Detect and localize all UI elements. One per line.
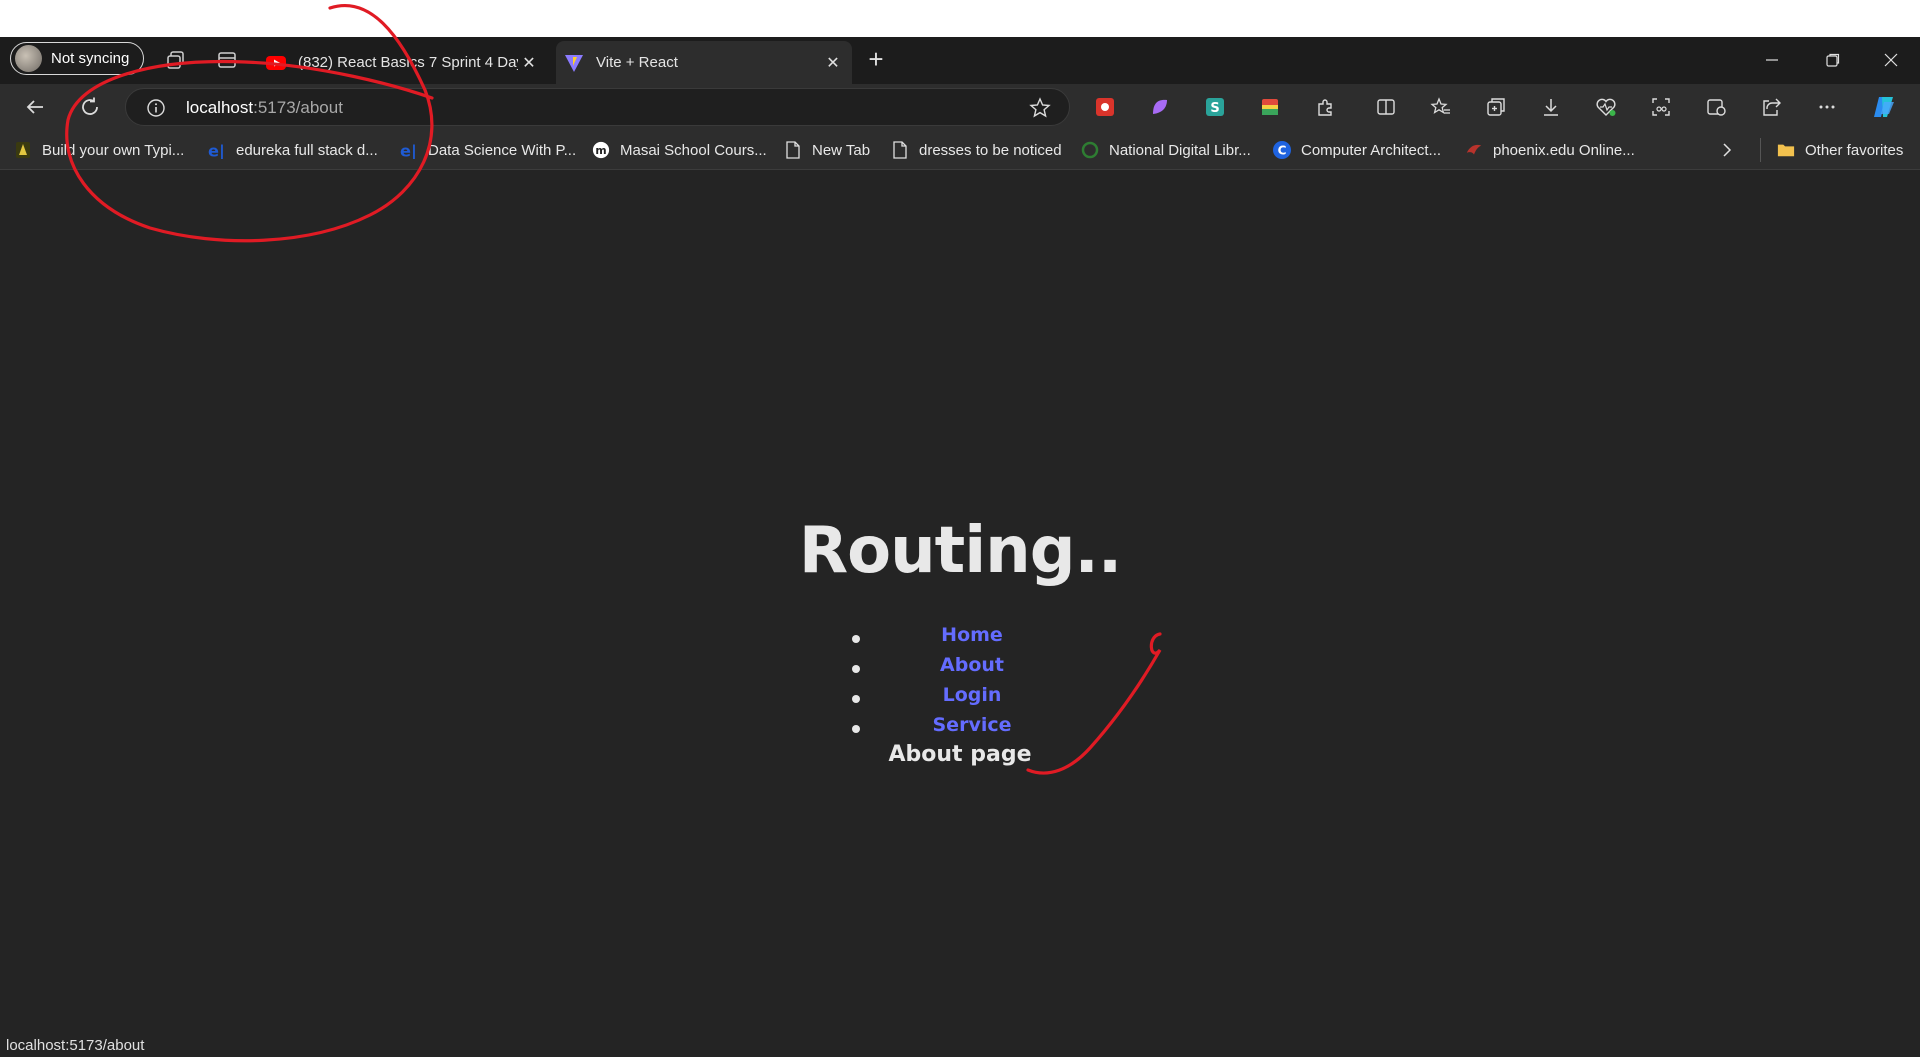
workspaces-icon[interactable] (162, 46, 190, 74)
tab-title: Vite + React (596, 54, 678, 71)
edureka-icon: e| (400, 141, 418, 159)
bookmark-label: Data Science With P... (428, 141, 577, 159)
downloads-icon[interactable] (1538, 94, 1564, 120)
extensions-puzzle-icon[interactable] (1312, 94, 1338, 120)
other-favorites[interactable]: Other favorites (1760, 138, 1903, 162)
profile-button[interactable]: Not syncing (10, 42, 145, 75)
bookmark-item[interactable]: m Masai School Cours... (592, 138, 767, 162)
share-icon[interactable] (1758, 94, 1784, 120)
nav-item-about: About (852, 654, 1092, 684)
edureka-icon: e| (208, 141, 226, 159)
bookmark-item[interactable]: e| edureka full stack d... (208, 138, 378, 162)
favorites-icon[interactable] (1428, 94, 1454, 120)
nav-link-about[interactable]: About (940, 654, 1004, 676)
folder-icon (1777, 141, 1795, 159)
bookmark-label: New Tab (812, 141, 871, 159)
bookmark-item[interactable]: National Digital Libr... (1081, 138, 1251, 162)
ndl-icon (1081, 141, 1099, 159)
bookmarks-bar: Build your own Typi... e| edureka full s… (0, 130, 1920, 170)
nav-link-login[interactable]: Login (943, 684, 1002, 706)
url-path: :5173/about (253, 98, 343, 117)
other-favorites-label: Other favorites (1805, 141, 1904, 159)
bookmark-label: phoenix.edu Online... (1493, 141, 1635, 159)
extension-colorful-icon[interactable] (1257, 94, 1283, 120)
bookmark-item[interactable]: Build your own Typi... (14, 138, 184, 162)
site-info-icon[interactable] (146, 98, 166, 118)
svg-text:C: C (1278, 144, 1287, 158)
browser-window: Not syncing (832) React Basics 7 Sprint … (0, 37, 1920, 1057)
bookmark-item[interactable]: phoenix.edu Online... (1465, 138, 1635, 162)
bookmark-label: edureka full stack d... (236, 141, 378, 159)
bookmark-item[interactable]: New Tab (784, 138, 870, 162)
nav-item-home: Home (852, 624, 1092, 654)
close-tab-icon[interactable]: ✕ (518, 52, 540, 74)
svg-text:S: S (1210, 101, 1219, 116)
avatar (15, 45, 42, 72)
svg-text:e|: e| (400, 141, 417, 159)
copilot-icon[interactable] (1871, 94, 1897, 120)
vite-icon (564, 53, 584, 73)
bookmark-item[interactable]: C Computer Architect... (1273, 138, 1441, 162)
masai-icon: m (592, 141, 610, 159)
bookmark-label: dresses to be noticed (919, 141, 1062, 159)
page-content: Routing.. Home About Login Service About… (0, 170, 1920, 1057)
page-icon (891, 141, 909, 159)
bookmark-label: Build your own Typi... (42, 141, 185, 159)
screen-top-strip (0, 0, 1920, 37)
page-icon (784, 141, 802, 159)
refresh-icon[interactable] (75, 92, 105, 122)
nav-item-login: Login (852, 684, 1092, 714)
tab-actions-icon[interactable] (213, 46, 241, 74)
bookmark-label: National Digital Libr... (1109, 141, 1251, 159)
screenshot-icon[interactable] (1648, 94, 1674, 120)
svg-text:e|: e| (208, 141, 225, 159)
route-nav-list: Home About Login Service (852, 624, 1092, 744)
close-tab-icon[interactable]: ✕ (822, 52, 844, 74)
favorite-star-icon[interactable] (1029, 97, 1051, 119)
new-tab-button[interactable]: + (862, 46, 890, 74)
codecrafters-icon (14, 141, 32, 159)
extension-s-icon[interactable]: S (1202, 94, 1228, 120)
restore-icon[interactable] (1818, 45, 1848, 75)
back-icon[interactable] (20, 92, 50, 122)
extension-red-icon[interactable] (1092, 94, 1118, 120)
url-text[interactable]: localhost:5173/about (186, 98, 343, 118)
bookmarks-overflow-chevron-icon[interactable] (1720, 138, 1734, 162)
tab-vite-react[interactable]: Vite + React ✕ (556, 41, 852, 84)
bookmark-label: Computer Architect... (1301, 141, 1442, 159)
more-options-icon[interactable] (1814, 94, 1840, 120)
svg-text:m: m (595, 144, 606, 157)
extension-purple-icon[interactable] (1147, 94, 1173, 120)
status-bar-url: localhost:5173/about (0, 1035, 153, 1057)
bookmark-item[interactable]: e| Data Science With P... (400, 138, 576, 162)
bookmark-label: Masai School Cours... (620, 141, 767, 159)
url-host: localhost (186, 98, 254, 117)
tab-title: (832) React Basics 7 Sprint 4 Day 1 (298, 54, 518, 71)
nav-link-home[interactable]: Home (941, 624, 1003, 646)
split-screen-icon[interactable] (1373, 94, 1399, 120)
youtube-icon (266, 53, 286, 73)
tab-bar: Not syncing (832) React Basics 7 Sprint … (0, 37, 1920, 84)
reading-view-icon[interactable] (1703, 94, 1729, 120)
profile-status-label: Not syncing (51, 50, 130, 67)
minimize-icon[interactable] (1757, 45, 1787, 75)
browser-essentials-icon[interactable] (1593, 94, 1619, 120)
collections-icon[interactable] (1483, 94, 1509, 120)
address-bar[interactable]: localhost:5173/about (125, 88, 1070, 126)
page-heading: Routing.. (798, 514, 1122, 588)
bookmark-item[interactable]: dresses to be noticed (891, 138, 1062, 162)
phoenix-icon (1465, 141, 1483, 159)
nav-item-service: Service (852, 714, 1092, 744)
nav-link-service[interactable]: Service (933, 714, 1012, 736)
tab-youtube[interactable]: (832) React Basics 7 Sprint 4 Day 1 ✕ (262, 41, 548, 84)
toolbar: localhost:5173/about S (0, 84, 1920, 130)
current-page-label: About page (888, 742, 1032, 767)
c-icon: C (1273, 141, 1291, 159)
close-window-icon[interactable] (1876, 45, 1906, 75)
